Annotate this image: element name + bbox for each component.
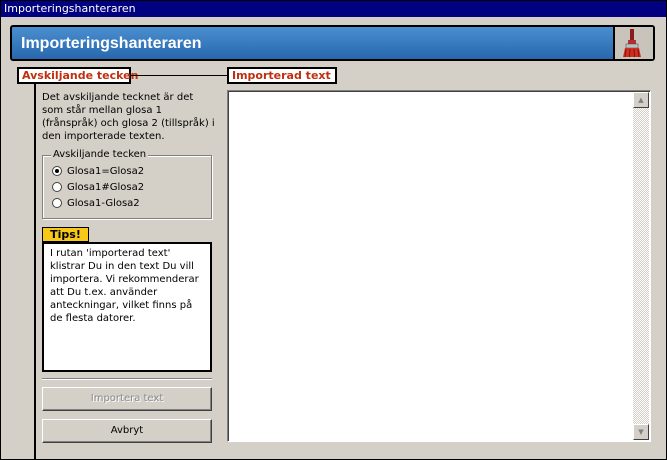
import-text-button[interactable]: Importera text: [42, 387, 212, 411]
page-title: Importeringshanteraren: [21, 35, 202, 52]
window-titlebar[interactable]: Importeringshanteraren: [1, 1, 666, 17]
header-banner: Importeringshanteraren: [10, 25, 655, 61]
vertical-scrollbar[interactable]: ▲ ▼: [633, 92, 649, 440]
tips-box: I rutan 'importerad text' klistrar Du in…: [42, 242, 212, 372]
radio-button[interactable]: [52, 182, 62, 192]
radio-button-checked[interactable]: [52, 166, 62, 176]
imported-text-content: [228, 91, 650, 95]
imported-text-label: Importerad text: [227, 67, 337, 84]
radio-label: Glosa1-Glosa2: [67, 197, 140, 209]
paint-brush-icon: [613, 27, 653, 59]
window-title: Importeringshanteraren: [4, 2, 136, 15]
scroll-up-arrow-icon[interactable]: ▲: [633, 92, 649, 108]
radio-option-equals[interactable]: Glosa1=Glosa2: [52, 164, 144, 178]
radio-label: Glosa1#Glosa2: [67, 181, 145, 193]
radio-button[interactable]: [52, 198, 62, 208]
separator-description: Det avskiljande tecknet är det som står …: [42, 92, 215, 142]
imported-text-area[interactable]: ▲ ▼: [227, 90, 651, 442]
scroll-down-arrow-icon[interactable]: ▼: [633, 424, 649, 440]
tips-label: Tips!: [42, 227, 89, 242]
radio-label: Glosa1=Glosa2: [67, 165, 145, 177]
groupbox-legend: Avskiljande tecken: [51, 149, 149, 160]
connector-line: [131, 75, 227, 76]
radio-option-dash[interactable]: Glosa1-Glosa2: [52, 196, 140, 210]
left-rail-line: [34, 84, 36, 459]
separator-section-label: Avskiljande tecken: [17, 67, 138, 84]
divider: [42, 378, 212, 380]
separator-groupbox: Avskiljande tecken Glosa1=Glosa2 Glosa1#…: [42, 149, 212, 219]
radio-option-hash[interactable]: Glosa1#Glosa2: [52, 180, 144, 194]
import-manager-window: Importeringshanteraren Importeringshante…: [0, 0, 667, 460]
cancel-button[interactable]: Avbryt: [42, 419, 212, 443]
